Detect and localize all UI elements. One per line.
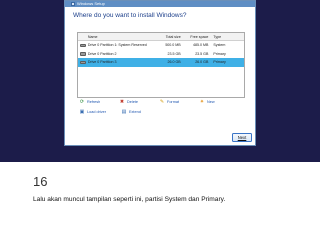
load-driver-button[interactable]: ▣ Load driver [79,108,121,115]
table-row-selected[interactable]: Drive 0 Partition 3 26.0 GB 26.0 GB Prim… [78,58,244,67]
partition-total: 500.0 MB [165,43,181,48]
partition-total: 26.0 GB [167,60,181,65]
delete-label: Delete [127,100,138,104]
delete-button[interactable]: ✖ Delete [119,98,159,105]
extend-button[interactable]: ▤ Extend [121,108,163,115]
column-name[interactable]: Name [88,35,157,39]
disk-icon [79,52,86,56]
format-button[interactable]: ✎ Format [159,98,199,105]
partition-free: 26.0 GB [195,60,209,65]
partition-type: Primary [213,60,226,65]
partition-name: Drive 0 Partition 3 [87,60,117,65]
partition-total: 23.5 GB [167,51,181,56]
partition-type: System [213,43,226,48]
partition-name: Drive 0 Partition 1: System Reserved [87,43,147,48]
windows-setup-dialog: Windows Setup Where do you want to insta… [64,0,256,146]
partition-name: Drive 0 Partition 2 [87,51,117,56]
new-button[interactable]: ✷ New [199,98,239,105]
column-free-space[interactable]: Free space [183,35,211,39]
load-driver-icon: ▣ [79,108,85,115]
table-row[interactable]: Drive 0 Partition 2 23.5 GB 23.5 GB Prim… [78,50,244,59]
disk-icon [79,43,86,47]
delete-icon: ✖ [119,98,125,105]
refresh-label: Refresh [87,100,101,104]
new-label: New [207,100,215,104]
slide-caption: Lalu akan muncul tampilan seperti ini, p… [33,196,226,203]
format-label: Format [167,100,180,104]
partition-type: Primary [213,51,226,56]
table-empty-area [78,67,244,97]
setup-icon [71,2,75,6]
disk-icon [79,60,86,64]
column-type[interactable]: Type [210,35,244,39]
dialog-heading: Where do you want to install Windows? [73,12,187,19]
format-icon: ✎ [159,98,165,105]
partition-table: Name Total size Free space Type Drive 0 … [77,32,245,98]
next-label: Next [237,135,247,140]
new-icon: ✷ [199,98,205,105]
refresh-button[interactable]: ⟳ Refresh [79,98,119,105]
partition-actions: ⟳ Refresh ✖ Delete ✎ Format ✷ New ▣ Load… [79,97,239,117]
table-header: Name Total size Free space Type [78,33,244,41]
title-bar: Windows Setup [65,1,255,7]
refresh-icon: ⟳ [79,98,85,105]
table-row[interactable]: Drive 0 Partition 1: System Reserved 500… [78,41,244,50]
extend-label: Extend [129,110,141,114]
extend-icon: ▤ [121,108,127,115]
window-title: Windows Setup [77,1,105,6]
slide-number: 16 [33,174,48,189]
partition-free: 23.5 GB [195,51,209,56]
load-driver-label: Load driver [87,110,106,114]
partition-free: 485.0 MB [192,43,209,48]
next-button[interactable]: Next [232,133,252,142]
column-total-size[interactable]: Total size [157,35,183,39]
